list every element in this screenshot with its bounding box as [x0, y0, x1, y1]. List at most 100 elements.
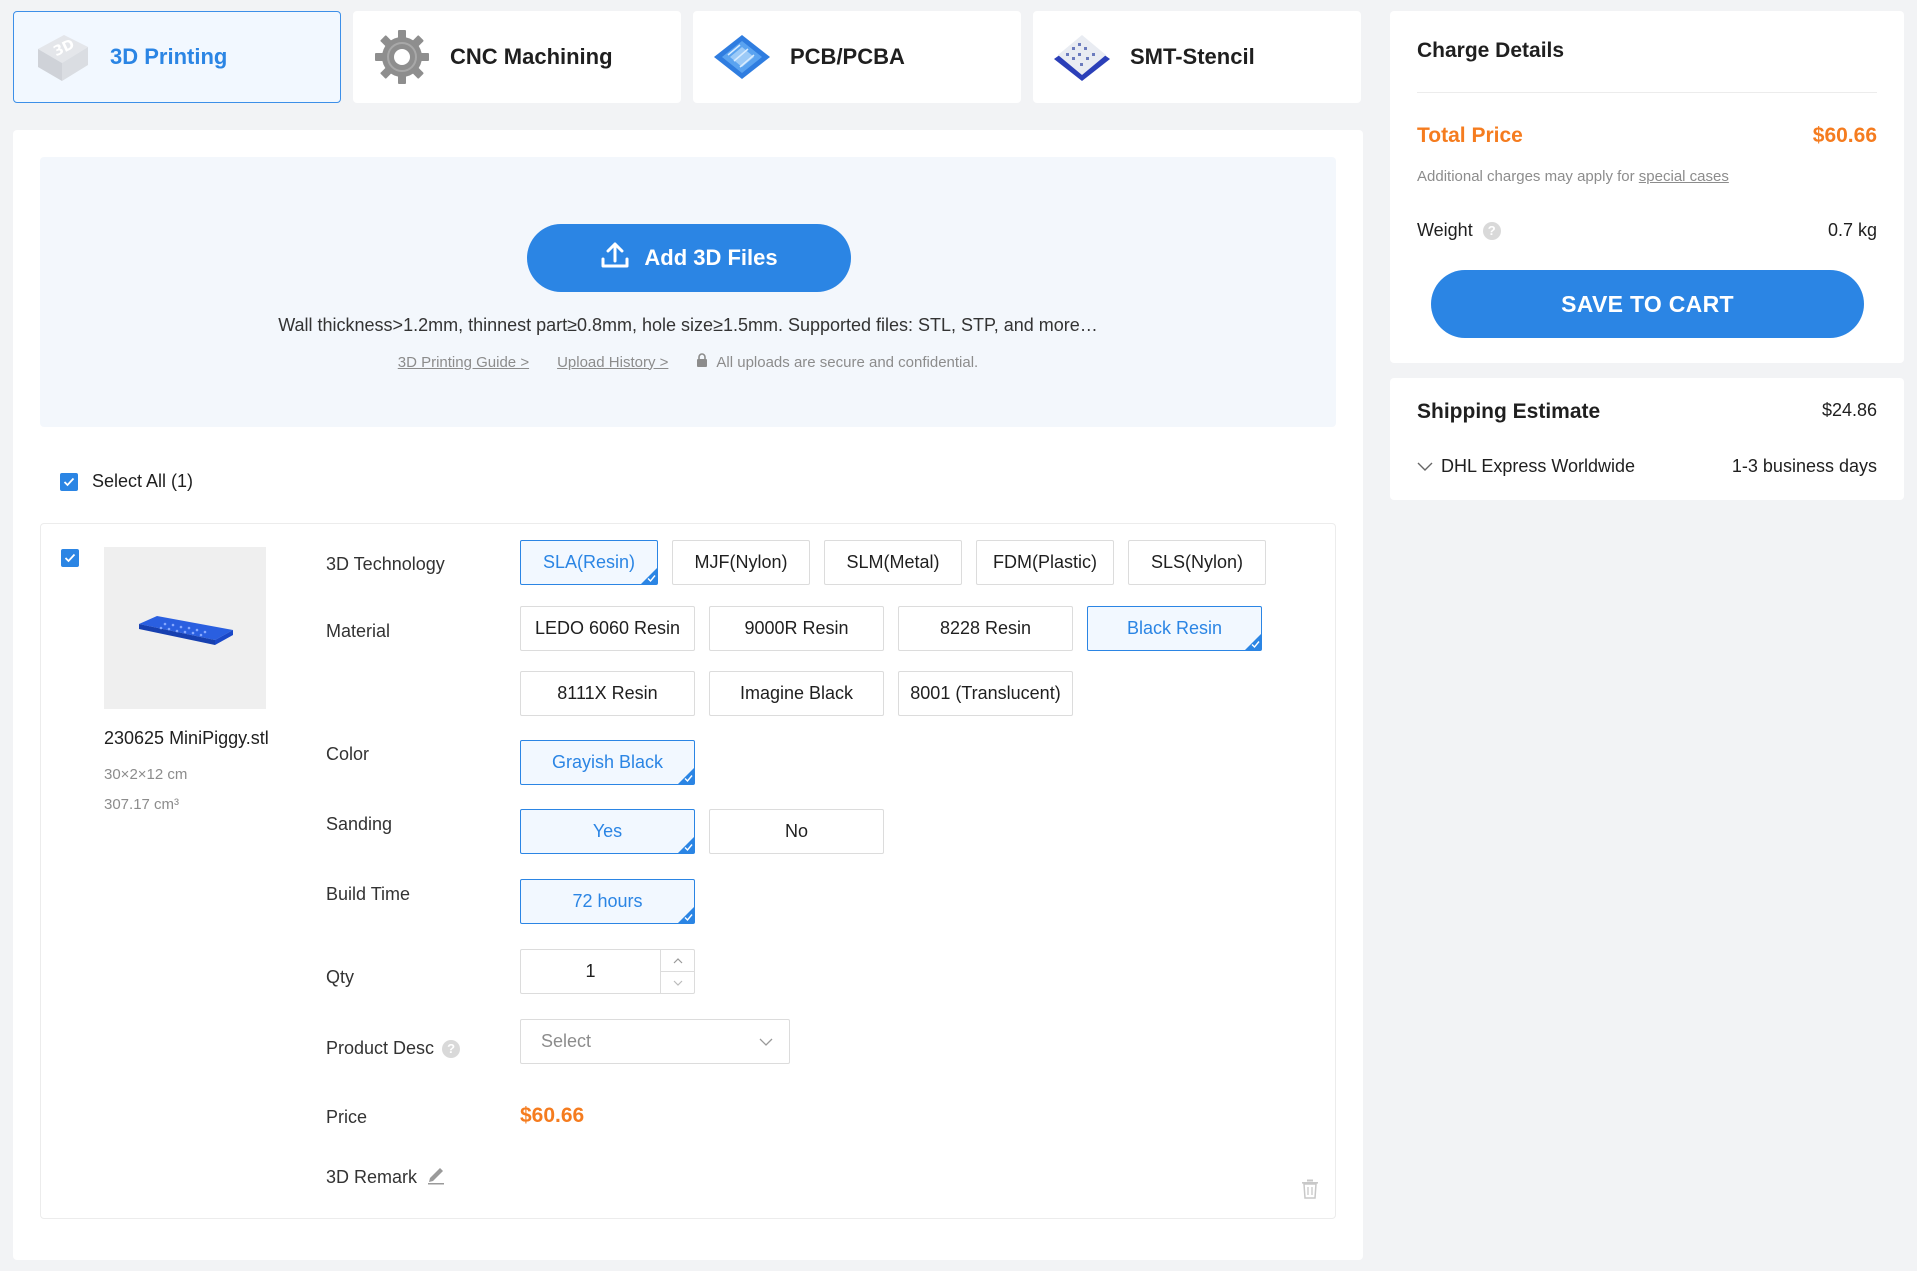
tab-label: CNC Machining [450, 44, 613, 69]
3d-printing-icon: 3D [28, 23, 96, 91]
tab-pcb-pcba[interactable]: PCB/PCBA [693, 11, 1021, 103]
shipping-method-name: DHL Express Worldwide [1441, 456, 1636, 476]
divider [1417, 92, 1877, 93]
build-time-options: 72 hours [520, 879, 695, 924]
secure-text: All uploads are secure and confidential. [716, 353, 979, 371]
material-options-row2: 8111X Resin Imagine Black 8001 (Transluc… [520, 671, 1073, 716]
remark-label-text: 3D Remark [326, 1167, 418, 1187]
option-mjf-nylon[interactable]: MJF(Nylon) [672, 540, 810, 585]
upload-hint: Wall thickness>1.2mm, thinnest part≥0.8m… [278, 315, 1098, 335]
help-icon[interactable]: ? [442, 1039, 461, 1058]
sanding-options: Yes No [520, 809, 884, 854]
add-3d-files-button[interactable]: Add 3D Files [527, 224, 851, 292]
lock-icon [696, 353, 708, 371]
color-label: Color [326, 744, 370, 764]
total-price-value: $60.66 [1812, 124, 1877, 147]
chevron-down-icon [673, 980, 682, 986]
weight-label: Weight ? [1417, 220, 1501, 241]
build-time-label: Build Time [326, 884, 411, 904]
option-grayish-black[interactable]: Grayish Black [520, 740, 695, 785]
option-sanding-no[interactable]: No [709, 809, 884, 854]
chevron-down-icon [759, 1038, 773, 1046]
file-dimensions: 30×2×12 cm [104, 766, 188, 783]
secure-note: All uploads are secure and confidential. [696, 353, 978, 371]
charge-details-panel: Charge Details Total Price $60.66 Additi… [1390, 11, 1904, 363]
option-imagine-black[interactable]: Imagine Black [709, 671, 884, 716]
chevron-down-icon [1417, 462, 1433, 471]
pcb-icon [708, 23, 776, 91]
upload-area[interactable]: Add 3D Files Wall thickness>1.2mm, thinn… [40, 157, 1336, 427]
gear-icon [368, 23, 436, 91]
upload-icon [600, 241, 630, 275]
service-tabs: 3D 3D Printing CNC Machining PCB/PCBA SM… [13, 11, 1361, 103]
upload-links: 3D Printing Guide > Upload History > All… [40, 353, 1336, 371]
tab-3d-printing[interactable]: 3D 3D Printing [13, 11, 341, 103]
file-item: 230625 MiniPiggy.stl 30×2×12 cm 307.17 c… [40, 523, 1336, 1219]
add-3d-files-label: Add 3D Files [644, 245, 778, 270]
option-sanding-yes[interactable]: Yes [520, 809, 695, 854]
item-price: $60.66 [520, 1104, 585, 1127]
charge-details-title: Charge Details [1417, 39, 1565, 62]
product-desc-label: Product Desc ? [326, 1038, 461, 1059]
help-icon[interactable]: ? [1482, 221, 1501, 240]
select-all[interactable]: Select All (1) [60, 471, 193, 492]
total-price-label: Total Price [1417, 124, 1523, 147]
weight-label-text: Weight [1417, 220, 1473, 240]
trash-icon[interactable] [1301, 1179, 1319, 1204]
shipping-days: 1-3 business days [1731, 456, 1877, 476]
technology-options: SLA(Resin) MJF(Nylon) SLM(Metal) FDM(Pla… [520, 540, 1266, 585]
tab-smt-stencil[interactable]: SMT-Stencil [1033, 11, 1361, 103]
model-thumbnail[interactable] [104, 547, 266, 709]
qty-increment-button[interactable] [661, 950, 694, 972]
option-8001-translucent[interactable]: 8001 (Translucent) [898, 671, 1073, 716]
option-9000r-resin[interactable]: 9000R Resin [709, 606, 884, 651]
weight-value: 0.7 kg [1827, 220, 1877, 240]
tab-label: 3D Printing [110, 44, 228, 69]
qty-value[interactable]: 1 [521, 950, 660, 993]
additional-charges-note: Additional charges may apply for special… [1417, 168, 1729, 185]
technology-label: 3D Technology [326, 554, 445, 574]
shipping-cost: $24.86 [1821, 400, 1877, 420]
file-volume: 307.17 cm³ [104, 796, 180, 813]
qty-decrement-button[interactable] [661, 972, 694, 993]
qty-stepper[interactable]: 1 [520, 949, 695, 994]
tab-label: SMT-Stencil [1130, 44, 1255, 69]
remark-label: 3D Remark [326, 1164, 447, 1191]
sanding-label: Sanding [326, 814, 393, 834]
main-panel: Add 3D Files Wall thickness>1.2mm, thinn… [13, 130, 1363, 1260]
3d-printing-guide-link[interactable]: 3D Printing Guide > [398, 354, 529, 371]
material-options-row1: LEDO 6060 Resin 9000R Resin 8228 Resin B… [520, 606, 1262, 651]
option-8228-resin[interactable]: 8228 Resin [898, 606, 1073, 651]
tab-label: PCB/PCBA [790, 44, 905, 69]
qty-label: Qty [326, 967, 355, 987]
option-black-resin[interactable]: Black Resin [1087, 606, 1262, 651]
product-desc-placeholder: Select [541, 1031, 592, 1051]
price-label: Price [326, 1107, 368, 1127]
chevron-up-icon [673, 957, 682, 963]
product-desc-select[interactable]: Select [520, 1019, 790, 1064]
option-sls-nylon[interactable]: SLS(Nylon) [1128, 540, 1266, 585]
option-8111x-resin[interactable]: 8111X Resin [520, 671, 695, 716]
material-label: Material [326, 621, 391, 641]
special-cases-link[interactable]: special cases [1639, 168, 1729, 185]
option-sla-resin[interactable]: SLA(Resin) [520, 540, 658, 585]
pencil-icon[interactable] [425, 1164, 447, 1191]
shipping-estimate-panel: Shipping Estimate $24.86 DHL Express Wor… [1390, 378, 1904, 500]
shipping-estimate-title: Shipping Estimate [1417, 400, 1601, 423]
option-ledo-6060-resin[interactable]: LEDO 6060 Resin [520, 606, 695, 651]
upload-history-link[interactable]: Upload History > [557, 354, 668, 371]
item-checkbox[interactable] [61, 549, 79, 567]
option-fdm-plastic[interactable]: FDM(Plastic) [976, 540, 1114, 585]
note-text: Additional charges may apply for [1417, 168, 1635, 185]
select-all-label: Select All (1) [92, 471, 194, 491]
product-desc-label-text: Product Desc [326, 1038, 435, 1058]
stencil-icon [1048, 23, 1116, 91]
option-72-hours[interactable]: 72 hours [520, 879, 695, 924]
shipping-method-toggle[interactable]: DHL Express Worldwide [1417, 456, 1635, 477]
tab-cnc-machining[interactable]: CNC Machining [353, 11, 681, 103]
option-slm-metal[interactable]: SLM(Metal) [824, 540, 962, 585]
save-to-cart-button[interactable]: SAVE TO CART [1431, 270, 1864, 338]
select-all-checkbox[interactable] [60, 472, 78, 491]
color-options: Grayish Black [520, 740, 695, 785]
file-name: 230625 MiniPiggy.stl [104, 728, 269, 748]
